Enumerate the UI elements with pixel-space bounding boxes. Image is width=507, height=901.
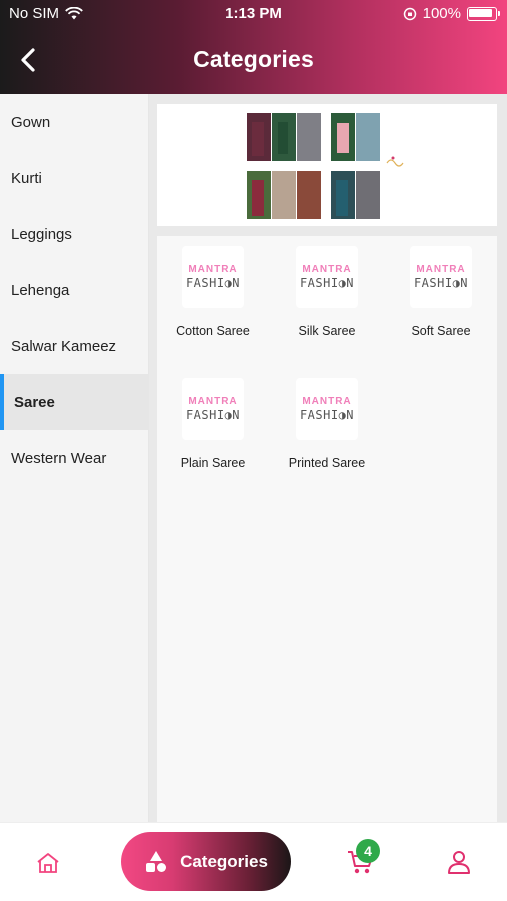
subcategory-label: Printed Saree <box>288 456 366 470</box>
logo-text-bottom: FASHI◑N <box>413 276 469 290</box>
sidebar-item-label: Lehenga <box>11 281 70 299</box>
brand-logo-thumbnail: MANTRA FASHI◑N <box>410 246 472 308</box>
sidebar-item-kurti[interactable]: Kurti <box>0 150 148 206</box>
categories-nav-button[interactable]: Categories <box>121 832 291 891</box>
logo-text-bottom: FASHI◑N <box>185 276 241 290</box>
sidebar-item-label: Leggings <box>11 225 72 243</box>
home-icon[interactable] <box>35 851 61 875</box>
subcategory-label: Cotton Saree <box>176 324 250 338</box>
category-banner[interactable] <box>157 104 497 226</box>
subcategory-cotton-saree[interactable]: MANTRA FASHI◑N Cotton Saree <box>157 246 269 338</box>
subcategory-label: Silk Saree <box>298 324 356 338</box>
subcategory-silk-saree[interactable]: MANTRA FASHI◑N Silk Saree <box>271 246 383 338</box>
subcategory-label: Plain Saree <box>180 456 246 470</box>
app-header: No SIM 1:13 PM 100% Categories <box>0 0 507 94</box>
brand-logo-thumbnail: MANTRA FASHI◑N <box>182 378 244 440</box>
logo-text-bottom: FASHI◑N <box>185 408 241 422</box>
sidebar-item-label: Gown <box>11 113 51 131</box>
brand-logo-thumbnail: MANTRA FASHI◑N <box>296 246 358 308</box>
status-right: 100% <box>403 5 500 22</box>
sidebar-item-label: Western Wear <box>11 449 107 467</box>
logo-text-top: MANTRA <box>302 264 352 275</box>
logo-text-top: MANTRA <box>302 396 352 407</box>
sidebar-item-western-wear[interactable]: Western Wear <box>0 430 148 486</box>
orientation-lock-icon <box>403 7 416 20</box>
sidebar-item-leggings[interactable]: Leggings <box>0 206 148 262</box>
battery-percent: 100% <box>422 5 461 22</box>
status-bar: No SIM 1:13 PM 100% <box>0 0 507 28</box>
categories-nav-label: Categories <box>180 851 268 871</box>
bottom-nav: Categories 4 <box>0 822 507 901</box>
subcategory-printed-saree[interactable]: MANTRA FASHI◑N Printed Saree <box>271 378 383 470</box>
sidebar-item-saree[interactable]: Saree <box>0 374 148 430</box>
cart-count-badge: 4 <box>356 839 380 863</box>
shapes-icon <box>146 850 167 872</box>
sidebar-item-gown[interactable]: Gown <box>0 94 148 150</box>
sidebar-item-label: Saree <box>14 393 55 411</box>
user-icon[interactable] <box>446 849 472 875</box>
category-content: MANTRA FASHI◑N Cotton Saree MANTRA FASHI… <box>149 94 507 822</box>
logo-text-top: MANTRA <box>188 264 238 275</box>
logo-text-top: MANTRA <box>416 264 466 275</box>
battery-icon <box>467 6 500 21</box>
page-title: Categories <box>193 46 314 72</box>
subcategory-soft-saree[interactable]: MANTRA FASHI◑N Soft Saree <box>385 246 497 338</box>
logo-text-bottom: FASHI◑N <box>299 276 355 290</box>
subcategory-grid: MANTRA FASHI◑N Cotton Saree MANTRA FASHI… <box>157 236 497 822</box>
subcategory-label: Soft Saree <box>411 324 471 338</box>
sidebar-item-label: Kurti <box>11 169 42 187</box>
sidebar-item-label: Salwar Kameez <box>11 337 117 355</box>
saree-collage-image <box>245 108 411 224</box>
category-sidebar: Gown Kurti Leggings Lehenga Salwar Kamee… <box>0 94 149 822</box>
sidebar-item-salwar-kameez[interactable]: Salwar Kameez <box>0 318 148 374</box>
brand-logo-thumbnail: MANTRA FASHI◑N <box>182 246 244 308</box>
logo-text-top: MANTRA <box>188 396 238 407</box>
logo-text-bottom: FASHI◑N <box>299 408 355 422</box>
sidebar-item-lehenga[interactable]: Lehenga <box>0 262 148 318</box>
brand-logo-thumbnail: MANTRA FASHI◑N <box>296 378 358 440</box>
subcategory-plain-saree[interactable]: MANTRA FASHI◑N Plain Saree <box>157 378 269 470</box>
